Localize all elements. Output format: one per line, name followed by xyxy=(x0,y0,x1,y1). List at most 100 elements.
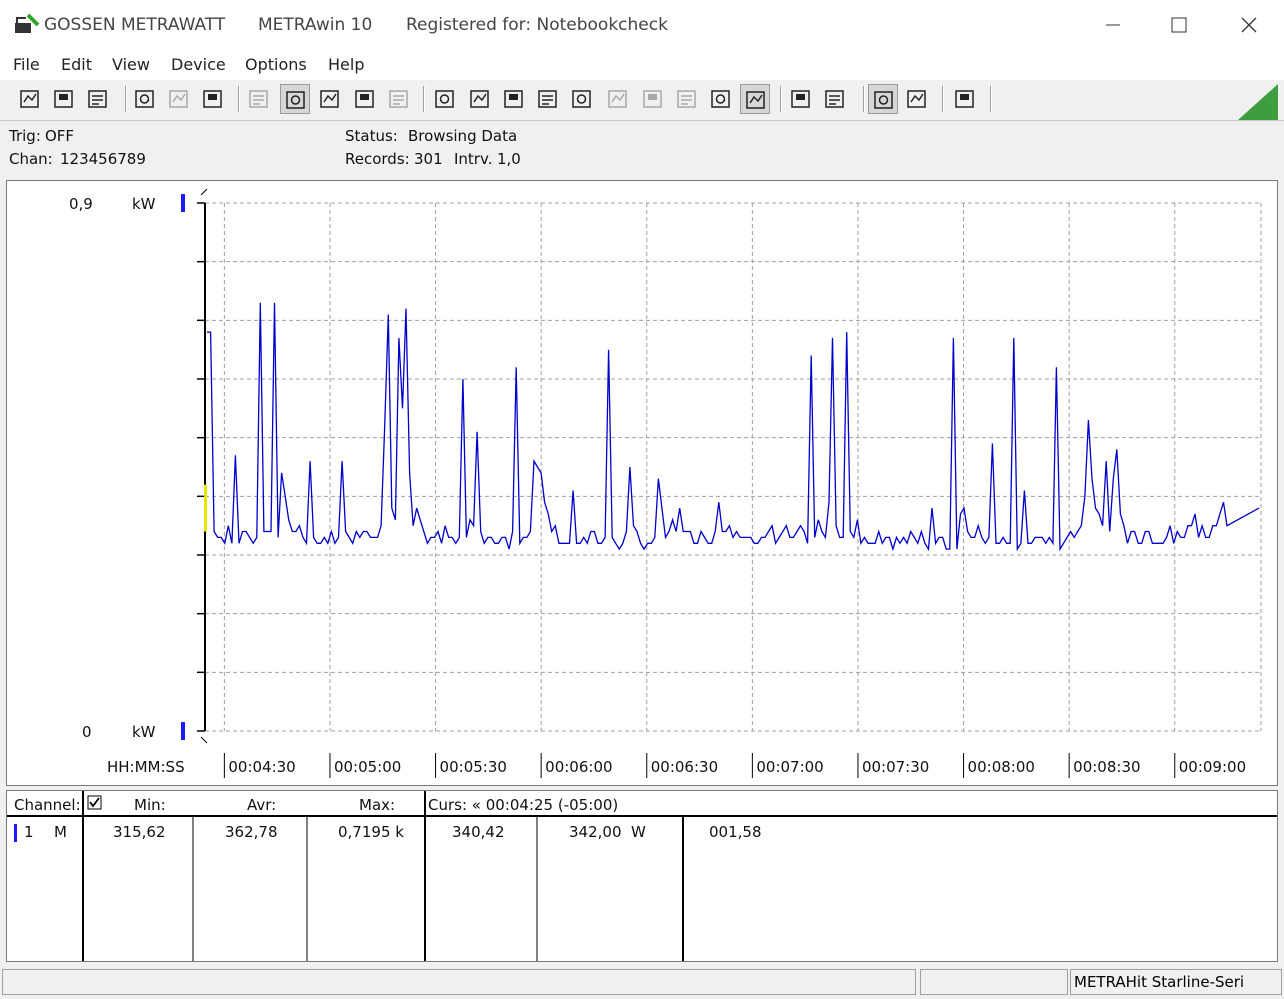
x-tick-label: 00:09:00 xyxy=(1179,758,1246,776)
row-channel: 1 xyxy=(24,823,34,841)
y-min-label: 0 xyxy=(82,723,92,741)
power-chart[interactable]: 00:04:30 00:05:00 00:05:30 00:06:00 00:06:30… xyxy=(7,181,1277,785)
cursor-header: Curs: « 00:04:25 (-05:00) xyxy=(428,796,619,814)
cursor-highlight xyxy=(204,484,207,532)
comment-icon xyxy=(955,90,974,108)
capture-button[interactable] xyxy=(465,84,495,114)
channel-checkbox[interactable] xyxy=(87,795,103,811)
toolbar xyxy=(0,80,1284,121)
interval-label: Intrv. xyxy=(454,150,493,168)
device-name: METRAHit Starline-Seri xyxy=(1074,973,1245,991)
print-preview-icon xyxy=(791,90,810,108)
records-value: 301 xyxy=(414,150,443,168)
waveform-view-button[interactable] xyxy=(280,84,310,114)
device-disabled-button[interactable] xyxy=(164,84,194,114)
row-avr: 362,78 xyxy=(225,823,278,841)
toolbar-separator xyxy=(863,86,865,112)
comment-button[interactable] xyxy=(950,84,980,114)
channel-label: Chan: xyxy=(9,150,53,168)
graph-settings-button[interactable] xyxy=(499,84,529,114)
function-button[interactable] xyxy=(567,84,597,114)
channel-marker-top xyxy=(181,194,185,212)
capture-icon xyxy=(470,90,489,108)
brand-name: GOSSEN METRAWATT xyxy=(44,15,226,35)
signal-disabled-icon xyxy=(643,90,662,108)
row-cursor-b: 342,00 xyxy=(569,823,622,841)
registration-text: Registered for: Notebookcheck xyxy=(406,15,668,35)
power-trace-line xyxy=(207,302,1260,552)
minimize-button[interactable] xyxy=(1090,7,1136,43)
device-send-icon xyxy=(203,90,222,108)
trigger-icon xyxy=(746,91,765,109)
row-max: 0,7195 k xyxy=(338,823,404,841)
app-logo-icon xyxy=(15,13,40,33)
print-icon xyxy=(825,90,844,108)
monitor-button[interactable] xyxy=(533,84,563,114)
grid-disabled-button[interactable] xyxy=(384,84,414,114)
toolbar-separator xyxy=(238,86,240,112)
connection-indicator-icon xyxy=(1238,84,1278,120)
print-preview-button[interactable] xyxy=(786,84,816,114)
trigger-label: Trig: xyxy=(9,127,41,145)
minimize-icon xyxy=(1106,24,1120,26)
menu-options[interactable]: Options xyxy=(245,55,307,74)
row-min: 315,62 xyxy=(113,823,166,841)
save-as-button[interactable] xyxy=(49,84,79,114)
device-send-button[interactable] xyxy=(198,84,228,114)
save-button[interactable] xyxy=(15,84,45,114)
crosshair-button[interactable] xyxy=(315,84,345,114)
x-tick-label: 00:08:00 xyxy=(968,758,1035,776)
y-unit-bottom: kW xyxy=(132,723,156,741)
menu-edit[interactable]: Edit xyxy=(61,55,92,74)
row-unit: W xyxy=(631,823,646,841)
zoom-detail-button[interactable] xyxy=(902,84,932,114)
zoom-waveform-icon xyxy=(874,91,893,109)
status-panel-main xyxy=(2,969,916,995)
interval-value: 1,0 xyxy=(497,150,521,168)
x-tick-label: 00:05:30 xyxy=(440,758,507,776)
x-tick-label: 00:08:30 xyxy=(1073,758,1140,776)
chart-panel[interactable]: 00:04:30 00:05:00 00:05:30 00:06:00 00:06:30… xyxy=(6,180,1278,786)
measure-disabled-button[interactable] xyxy=(603,84,633,114)
avr-header: Avr: xyxy=(247,796,277,814)
transfer-button[interactable] xyxy=(430,84,460,114)
trigger-button[interactable] xyxy=(740,84,770,114)
settings-button[interactable] xyxy=(706,84,736,114)
device-disabled-icon xyxy=(169,90,188,108)
y-axis-bottom-mark xyxy=(200,736,208,744)
axes xyxy=(197,188,208,744)
device-read-button[interactable] xyxy=(130,84,160,114)
app-title: METRAwin 10 xyxy=(258,15,373,35)
noise-disabled-button[interactable] xyxy=(672,84,702,114)
table-view-icon xyxy=(355,90,374,108)
toolbar-separator xyxy=(942,86,944,112)
y-max-label: 0,9 xyxy=(69,195,93,213)
menu-view[interactable]: View xyxy=(112,55,150,74)
title-bar: GOSSEN METRAWATT METRAwin 10 Registered … xyxy=(0,0,1284,50)
menu-device[interactable]: Device xyxy=(171,55,226,74)
table-view-button[interactable] xyxy=(350,84,380,114)
grid-disabled-icon xyxy=(389,90,408,108)
keyboard-button[interactable] xyxy=(244,84,274,114)
table-grid xyxy=(7,791,1277,961)
records-label: Records: xyxy=(345,150,410,168)
close-button[interactable] xyxy=(1226,7,1272,43)
x-tick-label: 00:07:30 xyxy=(862,758,929,776)
zoom-detail-icon xyxy=(907,90,926,108)
channel-header: Channel: xyxy=(14,796,81,814)
graph-settings-icon xyxy=(504,90,523,108)
maximize-button[interactable] xyxy=(1156,7,1202,43)
keyboard-icon xyxy=(249,90,268,108)
print-button[interactable] xyxy=(820,84,850,114)
zoom-waveform-button[interactable] xyxy=(868,84,898,114)
status-panel-mid xyxy=(920,969,1068,995)
trace-layer xyxy=(204,302,1260,552)
close-icon xyxy=(1241,17,1257,33)
save-icon xyxy=(20,90,39,108)
waveform-view-icon xyxy=(286,91,305,109)
menu-file[interactable]: File xyxy=(13,55,40,74)
status-panel-device: METRAHit Starline-Seri xyxy=(1070,969,1282,995)
menu-help[interactable]: Help xyxy=(328,55,364,74)
signal-disabled-button[interactable] xyxy=(638,84,668,114)
open-folder-button[interactable] xyxy=(83,84,113,114)
